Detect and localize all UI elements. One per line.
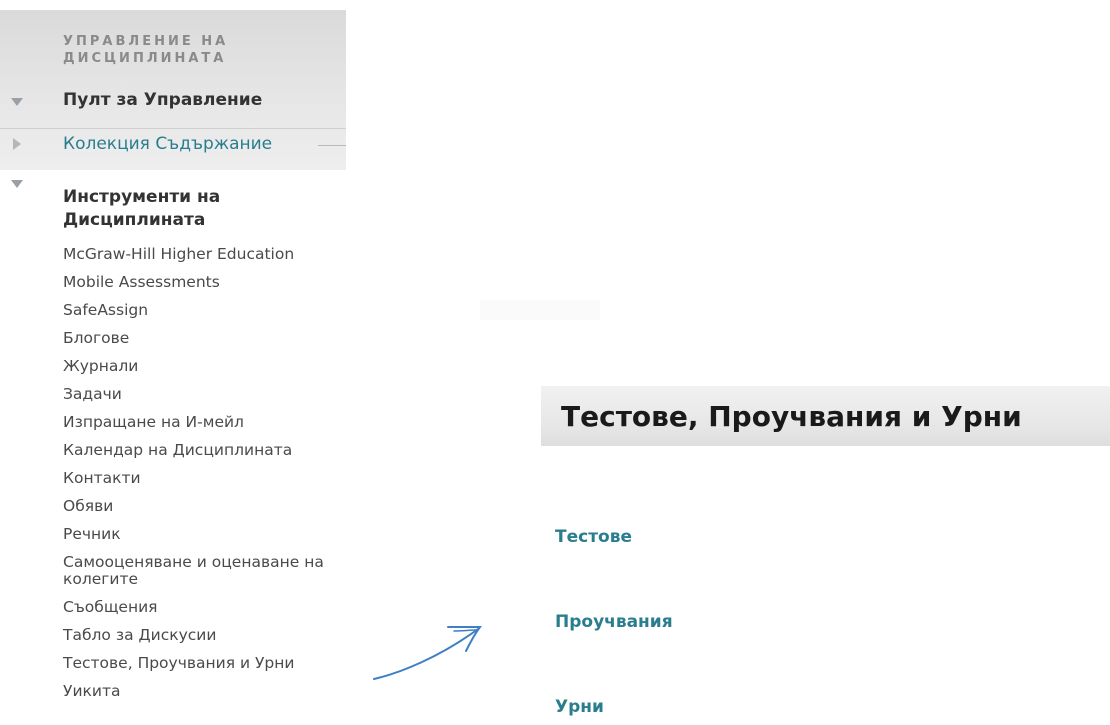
course-management-header: УПРАВЛЕНИЕ НА ДИСЦИПЛИНАТА Пулт за Управ… bbox=[0, 10, 346, 170]
tool-item-wikis[interactable]: Уикита bbox=[63, 683, 353, 700]
tool-item-safeassign[interactable]: SafeAssign bbox=[63, 302, 353, 319]
triangle-right-icon[interactable] bbox=[13, 138, 21, 150]
course-management-title: УПРАВЛЕНИЕ НА ДИСЦИПЛИНАТА bbox=[63, 34, 229, 66]
tests-link[interactable]: Тестове bbox=[555, 527, 632, 547]
connector-line bbox=[318, 145, 346, 146]
triangle-down-icon[interactable] bbox=[11, 180, 23, 188]
tool-item-mcgraw-hill[interactable]: McGraw-Hill Higher Education bbox=[63, 246, 353, 263]
tool-item-course-calendar[interactable]: Календар на Дисциплината bbox=[63, 442, 353, 459]
page-title: Тестове, Проучвания и Урни bbox=[561, 400, 1022, 433]
hand-drawn-arrow-icon bbox=[373, 626, 482, 680]
tool-item-self-peer-assessment[interactable]: Самооценяване и оценаване на колегите bbox=[63, 554, 353, 588]
tool-item-contacts[interactable]: Контакти bbox=[63, 470, 353, 487]
tool-item-tests-surveys-pools[interactable]: Тестове, Проучвания и Урни bbox=[63, 655, 353, 672]
course-tools-list: McGraw-Hill Higher Education Mobile Asse… bbox=[63, 246, 353, 711]
background-shadow bbox=[480, 300, 600, 320]
tool-item-journals[interactable]: Журнали bbox=[63, 358, 353, 375]
page: УПРАВЛЕНИЕ НА ДИСЦИПЛИНАТА Пулт за Управ… bbox=[0, 0, 1110, 725]
divider bbox=[0, 128, 346, 129]
course-tools-label[interactable]: Инструменти на Дисциплината bbox=[63, 186, 303, 232]
tool-item-send-email[interactable]: Изпращане на И-мейл bbox=[63, 414, 353, 431]
tool-item-discussion-board[interactable]: Табло за Дискусии bbox=[63, 627, 353, 644]
tool-item-mobile-assessments[interactable]: Mobile Assessments bbox=[63, 274, 353, 291]
surveys-link[interactable]: Проучвания bbox=[555, 612, 673, 632]
tool-item-blogs[interactable]: Блогове bbox=[63, 330, 353, 347]
content-collection-link[interactable]: Колекция Съдържание bbox=[63, 134, 272, 154]
content-page-header: Тестове, Проучвания и Урни bbox=[541, 386, 1110, 446]
control-panel-label[interactable]: Пулт за Управление bbox=[63, 90, 262, 110]
pools-link[interactable]: Урни bbox=[555, 697, 604, 717]
tool-item-messages[interactable]: Съобщения bbox=[63, 599, 353, 616]
tool-item-glossary[interactable]: Речник bbox=[63, 526, 353, 543]
tool-item-announcements[interactable]: Обяви bbox=[63, 498, 353, 515]
triangle-down-icon[interactable] bbox=[11, 98, 23, 106]
tool-item-tasks[interactable]: Задачи bbox=[63, 386, 353, 403]
